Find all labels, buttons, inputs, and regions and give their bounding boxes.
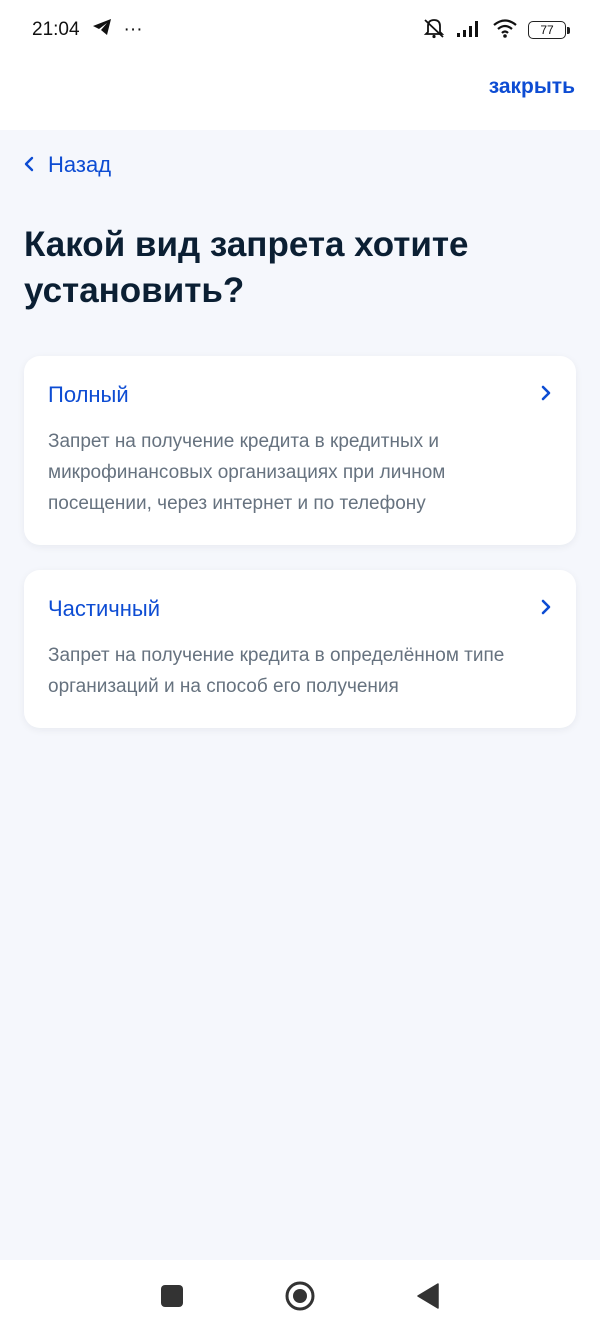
- option-title: Частичный: [48, 596, 160, 621]
- back-label: Назад: [48, 152, 112, 177]
- chevron-right-icon: [540, 598, 552, 621]
- system-nav-bar: [0, 1260, 600, 1332]
- battery-icon: 77: [528, 21, 570, 39]
- option-card-header: Полный: [48, 382, 552, 408]
- option-card-full[interactable]: Полный Запрет на получение кредита в кре…: [24, 356, 576, 545]
- back-triangle-icon[interactable]: [416, 1283, 440, 1309]
- chevron-left-icon: [24, 152, 34, 178]
- telegram-icon: [92, 18, 112, 42]
- signal-icon: [456, 19, 482, 42]
- status-right: 77: [422, 17, 570, 44]
- back-button[interactable]: Назад: [24, 152, 111, 178]
- option-description: Запрет на получение кредита в кредитных …: [48, 431, 446, 514]
- status-time: 21:04: [32, 19, 80, 40]
- page-title: Какой вид запрета хотите установить?: [24, 225, 469, 310]
- status-left: 21:04 ···: [32, 18, 143, 42]
- recents-square-icon[interactable]: [160, 1284, 184, 1308]
- wifi-icon: [492, 18, 518, 43]
- option-card-partial[interactable]: Частичный Запрет на получение кредита в …: [24, 570, 576, 728]
- more-notifications-indicator: ···: [123, 19, 143, 40]
- option-title: Полный: [48, 382, 129, 407]
- battery-level: 77: [540, 23, 554, 37]
- option-description: Запрет на получение кредита в определённ…: [48, 645, 505, 697]
- chevron-right-icon: [540, 384, 552, 407]
- mute-icon: [422, 17, 446, 44]
- top-bar: закрыть: [0, 60, 600, 130]
- close-link[interactable]: закрыть: [489, 75, 575, 99]
- home-circle-icon[interactable]: [284, 1280, 316, 1312]
- option-card-header: Частичный: [48, 596, 552, 622]
- status-bar: 21:04 ··· 77: [0, 0, 600, 60]
